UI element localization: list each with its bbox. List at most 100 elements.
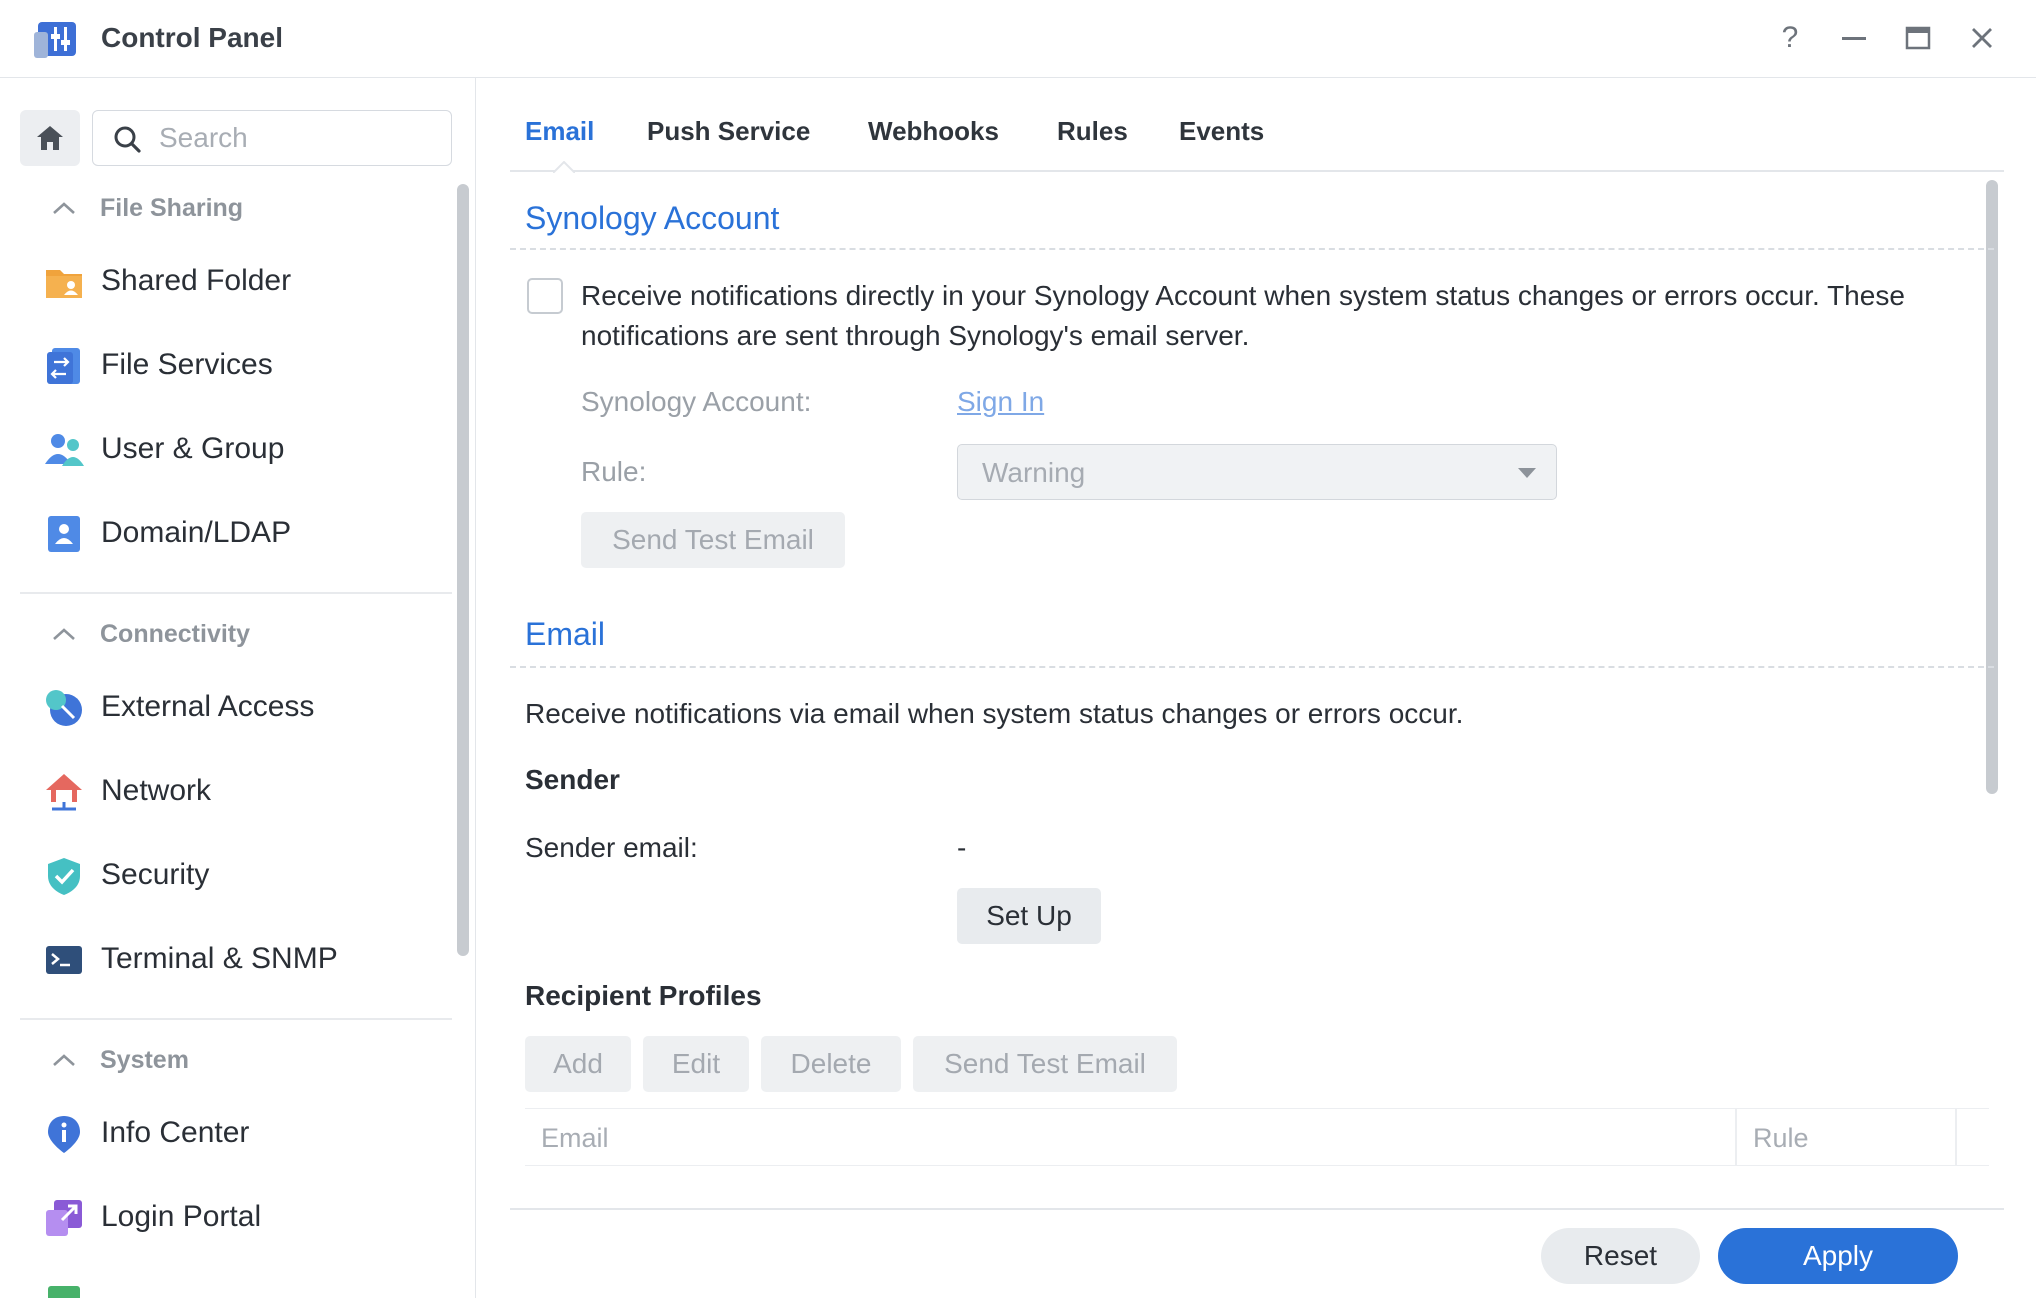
title-bar: Control Panel ? [0, 0, 2036, 78]
sidebar-item-file-services[interactable]: File Services [20, 330, 450, 400]
sender-email-value: - [957, 832, 967, 863]
rule-select-value: Warning [982, 457, 1086, 488]
domain-ldap-icon [48, 516, 80, 552]
sidebar-item-label: Security [101, 858, 210, 891]
synology-account-description: Receive notifications directly in your S… [581, 280, 1905, 351]
maximize-button[interactable] [1898, 18, 1938, 58]
sidebar-item-user-group[interactable]: User & Group [20, 414, 450, 484]
sidebar-item-partial[interactable] [20, 1266, 450, 1298]
sidebar-item-label: Shared Folder [101, 264, 292, 297]
tab-push-service[interactable]: Push Service [647, 116, 810, 147]
chevron-up-icon [52, 201, 82, 215]
section-title-synology-account: Synology Account [525, 200, 780, 236]
sender-heading: Sender [525, 764, 620, 795]
search-box [92, 110, 452, 166]
group-system[interactable]: System [52, 1040, 189, 1080]
tab-rules[interactable]: Rules [1057, 116, 1128, 147]
section-divider [510, 248, 1994, 250]
sidebar-item-info-center[interactable]: Info Center [20, 1098, 450, 1168]
sidebar-item-domain-ldap[interactable]: Domain/LDAP [20, 498, 450, 568]
maximize-icon [1905, 26, 1931, 50]
section-divider [510, 666, 1994, 668]
sidebar-item-label: External Access [101, 690, 315, 723]
footer-divider [510, 1208, 2004, 1210]
sidebar-item-security[interactable]: Security [20, 840, 450, 910]
sidebar-item-label: Login Portal [101, 1200, 262, 1233]
active-tab-indicator [553, 161, 575, 173]
group-connectivity[interactable]: Connectivity [52, 614, 250, 654]
chevron-up-icon [52, 627, 82, 641]
folder-share-icon [46, 270, 82, 298]
sidebar-item-label: File Services [101, 348, 273, 381]
regional-options-icon [48, 1286, 80, 1298]
home-icon [37, 126, 63, 150]
external-access-icon [46, 690, 82, 726]
tab-events[interactable]: Events [1179, 116, 1264, 147]
column-header-rule[interactable]: Rule [1753, 1123, 1809, 1154]
sidebar-item-label: User & Group [101, 432, 285, 465]
login-portal-icon [46, 1200, 82, 1236]
minimize-button[interactable] [1834, 18, 1874, 58]
sidebar-item-label: Network [101, 774, 212, 807]
synology-account-notify-checkbox[interactable] [527, 278, 563, 314]
minimize-icon [1842, 37, 1866, 40]
sidebar-scrollbar[interactable] [457, 184, 469, 956]
tab-bar: Email Push Service Webhooks Rules Events [510, 100, 2004, 172]
dropdown-arrow-icon [1518, 468, 1536, 478]
group-label: File Sharing [100, 193, 244, 222]
sidebar-item-label: Terminal & SNMP [101, 942, 338, 975]
terminal-icon [46, 946, 82, 974]
content-scrollbar[interactable] [1986, 180, 1998, 794]
email-description: Receive notifications via email when sys… [525, 698, 1464, 729]
help-button[interactable]: ? [1770, 18, 1810, 58]
group-file-sharing[interactable]: File Sharing [52, 188, 243, 228]
search-input[interactable] [159, 119, 439, 157]
setup-button[interactable]: Set Up [957, 888, 1101, 944]
security-shield-icon [48, 858, 80, 895]
sidebar-item-label: Info Center [101, 1116, 250, 1149]
recipient-table-header: Email Rule [525, 1108, 1989, 1166]
synology-account-label: Synology Account: [581, 386, 812, 417]
column-header-email[interactable]: Email [541, 1123, 609, 1154]
network-icon [46, 774, 82, 811]
add-recipient-button[interactable]: Add [525, 1036, 631, 1092]
recipient-send-test-email-button[interactable]: Send Test Email [913, 1036, 1177, 1092]
sidebar-divider [20, 592, 452, 594]
section-title-email: Email [525, 616, 606, 652]
delete-recipient-button[interactable]: Delete [761, 1036, 901, 1092]
recipient-profiles-heading: Recipient Profiles [525, 980, 762, 1011]
sidebar-divider [20, 1018, 452, 1020]
sidebar-item-terminal-snmp[interactable]: Terminal & SNMP [20, 924, 450, 994]
synology-send-test-email-button[interactable]: Send Test Email [581, 512, 845, 568]
rule-select[interactable]: Warning [957, 444, 1557, 500]
sidebar-item-network[interactable]: Network [20, 756, 450, 826]
sidebar: File Sharing Shared Folder File Services… [0, 78, 476, 1298]
reset-button[interactable]: Reset [1541, 1228, 1700, 1284]
help-icon: ? [1781, 21, 1799, 54]
info-icon [48, 1116, 80, 1153]
sidebar-item-label: Domain/LDAP [101, 516, 292, 549]
tab-webhooks[interactable]: Webhooks [868, 116, 999, 147]
sender-email-label: Sender email: [525, 832, 698, 863]
column-separator [1735, 1109, 1737, 1165]
window-title: Control Panel [101, 22, 284, 53]
sidebar-item-shared-folder[interactable]: Shared Folder [20, 246, 450, 316]
file-services-icon [47, 348, 80, 384]
rule-label: Rule: [581, 456, 647, 487]
close-icon [1972, 28, 1992, 48]
group-label: System [100, 1045, 189, 1074]
group-label: Connectivity [100, 619, 251, 648]
chevron-up-icon [52, 1053, 82, 1067]
sidebar-item-login-portal[interactable]: Login Portal [20, 1182, 450, 1252]
sign-in-link[interactable]: Sign In [957, 386, 1044, 418]
tab-email[interactable]: Email [525, 116, 594, 147]
close-button[interactable] [1962, 18, 2002, 58]
users-icon [45, 434, 84, 466]
edit-recipient-button[interactable]: Edit [643, 1036, 749, 1092]
control-panel-app-icon [34, 22, 76, 58]
home-button[interactable] [20, 110, 80, 166]
sidebar-item-external-access[interactable]: External Access [20, 672, 450, 742]
search-icon [114, 126, 141, 153]
column-separator [1955, 1109, 1957, 1165]
apply-button[interactable]: Apply [1718, 1228, 1958, 1284]
